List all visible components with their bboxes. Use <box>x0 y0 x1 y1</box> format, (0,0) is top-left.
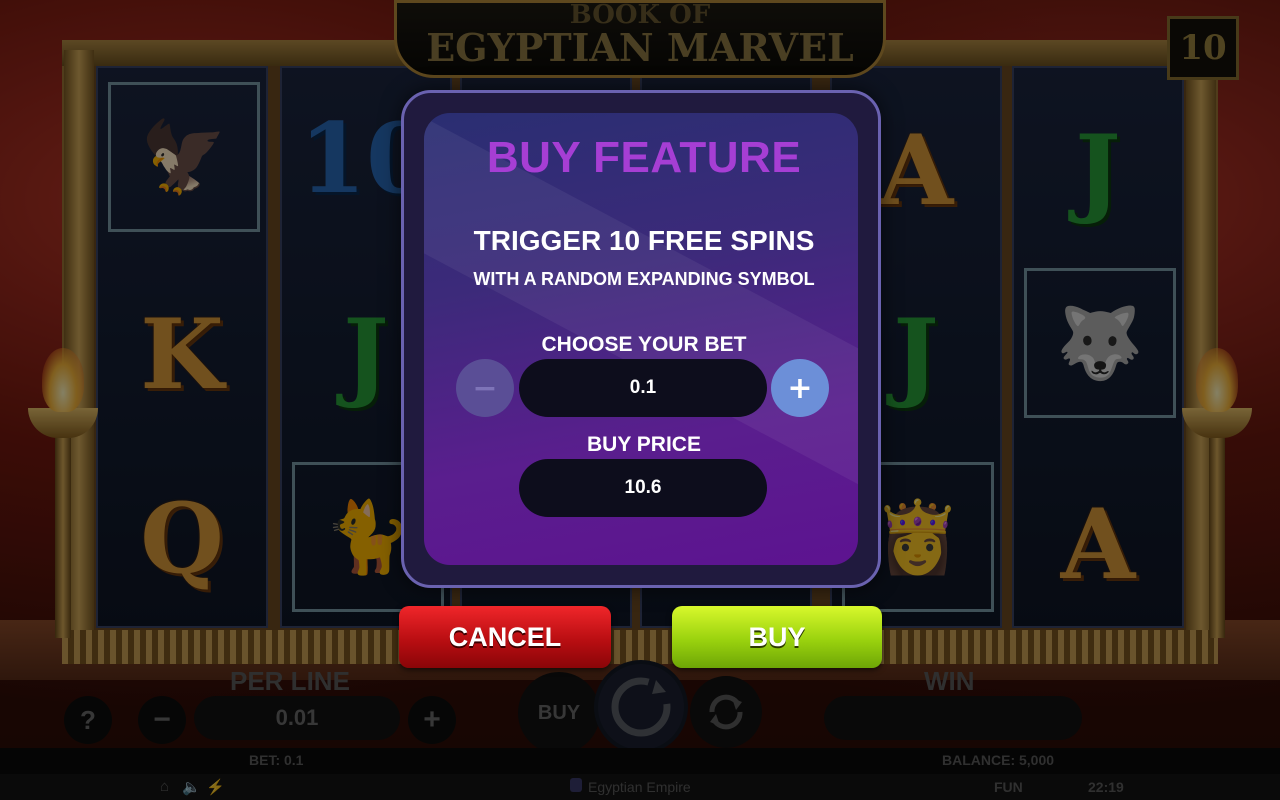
bet-label: CHOOSE YOUR BET <box>541 333 747 356</box>
buy-button[interactable]: BUY <box>672 606 882 668</box>
dialog-title: BUY FEATURE <box>486 133 802 182</box>
dialog-subtitle: TRIGGER 10 FREE SPINS <box>473 225 815 256</box>
cancel-button[interactable]: CANCEL <box>399 606 611 668</box>
price-value: 10.6 <box>519 459 767 517</box>
buy-feature-dialog: BUY FEATURE TRIGGER 10 FREE SPINS WITH A… <box>401 90 881 588</box>
price-label: BUY PRICE <box>587 433 701 456</box>
bet-value: 0.1 <box>519 359 767 417</box>
bet-plus-button[interactable]: + <box>771 359 829 417</box>
bet-minus-button[interactable]: − <box>456 359 514 417</box>
dialog-description: WITH A RANDOM EXPANDING SYMBOL <box>473 269 815 289</box>
